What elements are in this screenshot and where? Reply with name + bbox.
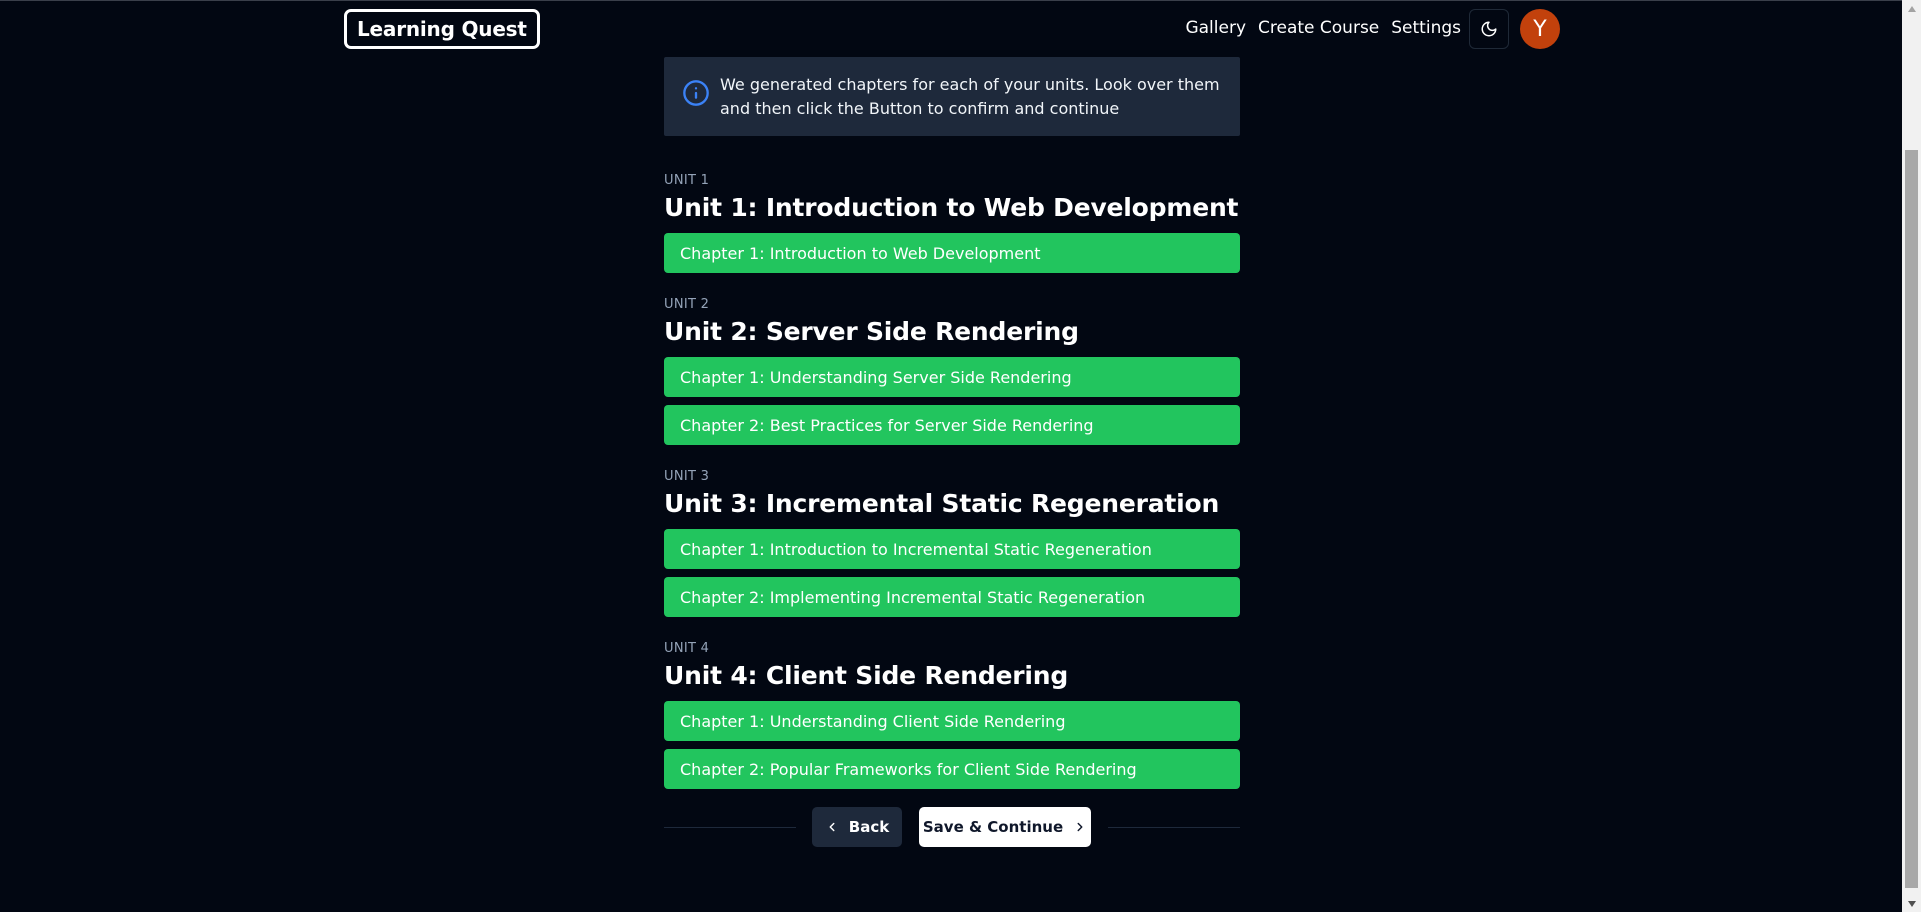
back-button[interactable]: Back [812, 807, 902, 847]
unit-title: Unit 4: Client Side Rendering [664, 661, 1069, 690]
chapter-item[interactable]: Chapter 2: Best Practices for Server Sid… [664, 405, 1240, 445]
chapter-item[interactable]: Chapter 2: Popular Frameworks for Client… [664, 749, 1240, 789]
save-continue-button[interactable]: Save & Continue [919, 807, 1091, 847]
unit-title: Unit 2: Server Side Rendering [664, 317, 1079, 346]
unit-2: UNIT 2 Unit 2: Server Side Rendering Cha… [664, 297, 1240, 445]
chapter-list: Chapter 1: Introduction to Web Developme… [664, 233, 1240, 273]
divider-right [1108, 827, 1240, 828]
scroll-down-arrow-icon[interactable] [1902, 895, 1921, 912]
info-message: We generated chapters for each of your u… [720, 75, 1220, 118]
action-bar: Back Save & Continue [664, 807, 1240, 847]
theme-toggle-button[interactable] [1469, 9, 1509, 49]
unit-label: UNIT 3 [664, 469, 710, 484]
nav-link-gallery[interactable]: Gallery [1185, 18, 1246, 38]
chapter-item[interactable]: Chapter 1: Understanding Server Side Ren… [664, 357, 1240, 397]
chapter-item[interactable]: Chapter 1: Introduction to Web Developme… [664, 233, 1240, 273]
info-icon [683, 80, 709, 106]
unit-3: UNIT 3 Unit 3: Incremental Static Regene… [664, 469, 1240, 617]
chevron-right-icon [1077, 822, 1083, 832]
moon-icon [1481, 21, 1497, 37]
chapter-list: Chapter 1: Introduction to Incremental S… [664, 529, 1240, 617]
unit-4: UNIT 4 Unit 4: Client Side Rendering Cha… [664, 641, 1240, 789]
page: Learning Quest Gallery Create Course Set… [0, 0, 1921, 912]
unit-title: Unit 1: Introduction to Web Development [664, 193, 1239, 222]
unit-label: UNIT 2 [664, 297, 710, 312]
info-alert: We generated chapters for each of your u… [664, 57, 1240, 136]
nav-links: Gallery Create Course Settings [1185, 18, 1461, 38]
unit-label: UNIT 4 [664, 641, 710, 656]
scroll-up-arrow-icon[interactable] [1902, 0, 1921, 17]
nav-link-settings[interactable]: Settings [1391, 18, 1461, 38]
unit-label: UNIT 1 [664, 173, 710, 188]
chapter-item[interactable]: Chapter 2: Implementing Incremental Stat… [664, 577, 1240, 617]
avatar[interactable]: Y [1520, 9, 1560, 49]
chapter-list: Chapter 1: Understanding Client Side Ren… [664, 701, 1240, 789]
scrollbar[interactable] [1902, 0, 1921, 912]
scrollbar-thumb[interactable] [1905, 150, 1918, 888]
divider-left [664, 827, 796, 828]
navbar: Learning Quest Gallery Create Course Set… [0, 0, 1902, 58]
logo[interactable]: Learning Quest [344, 9, 540, 49]
back-button-label: Back [848, 818, 890, 836]
chevron-left-icon [829, 822, 835, 832]
chapter-item[interactable]: Chapter 1: Understanding Client Side Ren… [664, 701, 1240, 741]
unit-title: Unit 3: Incremental Static Regeneration [664, 489, 1220, 518]
chapter-list: Chapter 1: Understanding Server Side Ren… [664, 357, 1240, 445]
save-button-label: Save & Continue [922, 818, 1064, 836]
nav-link-create-course[interactable]: Create Course [1258, 18, 1379, 38]
unit-1: UNIT 1 Unit 1: Introduction to Web Devel… [664, 173, 1240, 273]
chapter-item[interactable]: Chapter 1: Introduction to Incremental S… [664, 529, 1240, 569]
